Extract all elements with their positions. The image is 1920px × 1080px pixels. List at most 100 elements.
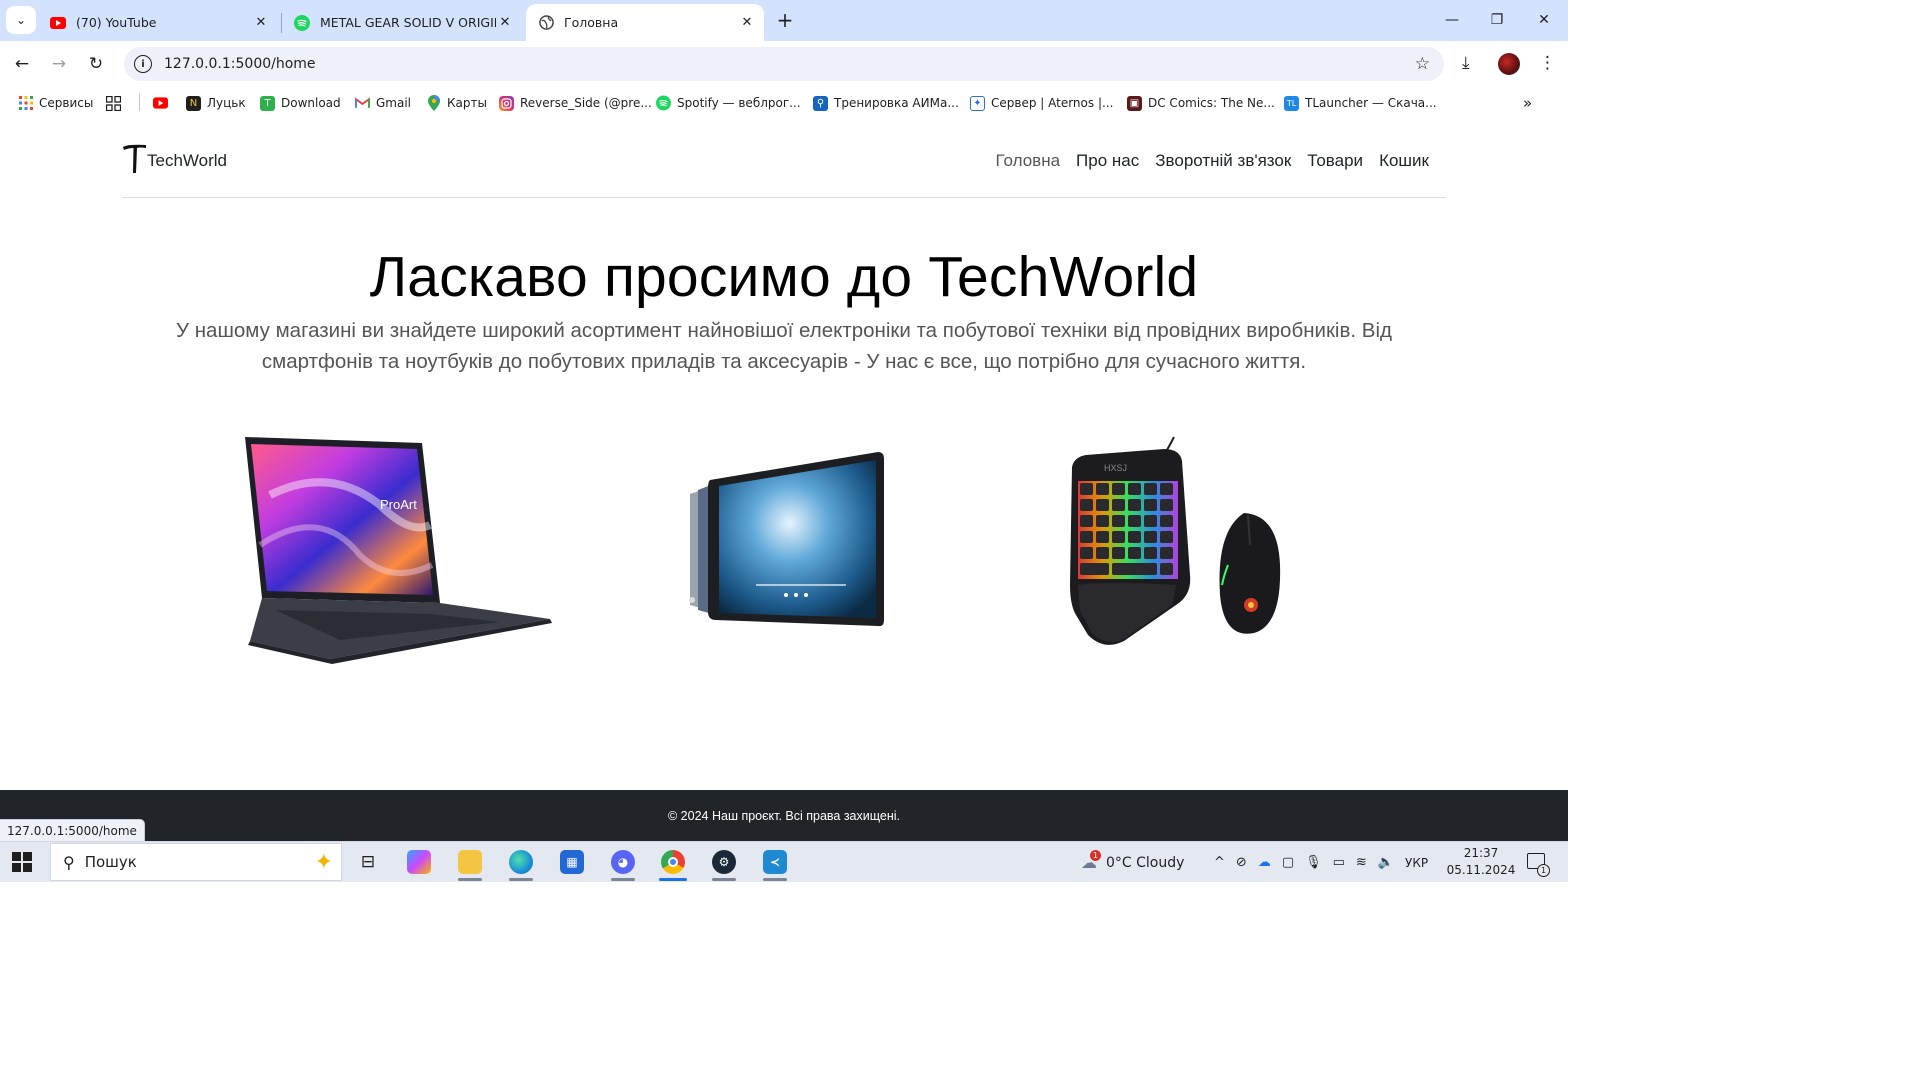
bookmark-services[interactable]: Сервисы (18, 94, 93, 112)
back-button[interactable]: ← (9, 51, 35, 77)
logo-icon[interactable] (122, 143, 148, 175)
close-tab-icon[interactable]: ✕ (496, 14, 514, 32)
tab-spotify[interactable]: METAL GEAR SOLID V ORIGINAL ✕ (282, 4, 522, 41)
steam-icon: ⚙ (712, 850, 736, 874)
bookmark-label: Сервисы (39, 96, 94, 110)
grid-icon (106, 95, 121, 111)
bookmark-label: Reverse_Side (@pre... (520, 96, 652, 110)
store-icon: ▦ (560, 850, 584, 874)
search-icon: ⚲ (63, 852, 75, 872)
discord-app[interactable]: ◕ (605, 846, 641, 881)
close-tab-icon[interactable]: ✕ (738, 14, 756, 32)
clock[interactable]: 21:37 05.11.2024 (1446, 845, 1516, 879)
bookmark-gmail[interactable]: Gmail (355, 94, 411, 112)
bookmark-lutsk[interactable]: N Луцьк (186, 94, 246, 112)
tab-search-dropdown-button[interactable]: ⌄ (6, 6, 36, 34)
minimize-button[interactable]: — (1440, 8, 1464, 32)
bookmark-label: Тренировка АИМа... (834, 96, 959, 110)
arrow-right-icon: → (51, 54, 67, 74)
microphone-icon[interactable]: 🎙 (1305, 855, 1322, 870)
more-bookmarks-icon[interactable]: » (1523, 94, 1532, 112)
discord-icon: ◕ (611, 850, 635, 874)
aternos-icon: ✦ (970, 95, 985, 111)
laptop-screen-label: ProArt (380, 497, 417, 512)
bookmark-label: Download (281, 96, 341, 110)
address-bar[interactable]: i 127.0.0.1:5000/home ☆ (124, 47, 1444, 81)
keyboard-brand-label: HXSJ (1104, 463, 1127, 473)
bookmark-aternos[interactable]: ✦ Сервер | Aternos |... (970, 94, 1113, 112)
close-window-button[interactable]: ✕ (1532, 8, 1556, 32)
new-tab-button[interactable]: + (773, 8, 797, 32)
chevron-down-icon: ⌄ (15, 13, 27, 27)
profile-avatar[interactable] (1498, 53, 1520, 75)
task-view-button[interactable]: ⊟ (350, 846, 386, 878)
chevron-up-icon[interactable]: ^ (1214, 855, 1225, 870)
restore-button[interactable]: ❐ (1485, 8, 1509, 32)
language-indicator[interactable]: УКР (1405, 856, 1428, 870)
site-info-icon[interactable]: i (134, 55, 152, 73)
site-footer: © 2024 Наш проєкт. Всі права захищені. (0, 790, 1568, 841)
tab-home[interactable]: Головна ✕ (526, 4, 764, 41)
chrome-icon (661, 850, 685, 874)
hero-lead: У нашому магазині ви знайдете широкий ас… (176, 319, 1392, 373)
site-header: TechWorld Головна Про нас Зворотній зв'я… (122, 117, 1446, 198)
bookmark-download[interactable]: T Download (260, 94, 341, 112)
more-menu-icon[interactable]: ⋮ (1539, 53, 1556, 73)
bookmark-dc-comics[interactable]: ▣ DC Comics: The Ne... (1127, 94, 1275, 112)
nav-link-products[interactable]: Товари (1307, 151, 1363, 171)
bookmark-aim[interactable]: ⚲ Тренировка АИМа... (813, 94, 959, 112)
gaming-keyboard-mouse-image: HXSJ (1064, 435, 1284, 650)
bookmark-star-icon[interactable]: ☆ (1415, 54, 1430, 74)
store-app[interactable]: ▦ (554, 846, 590, 878)
close-tab-icon[interactable]: ✕ (252, 14, 270, 32)
tab-youtube[interactable]: (70) YouTube ✕ (38, 4, 278, 41)
windows-start-icon[interactable] (12, 852, 32, 872)
keyboard-keys (1078, 481, 1178, 579)
tlauncher-icon: TL (1284, 95, 1299, 111)
vscode-app[interactable]: ≺ (757, 846, 793, 881)
taskbar: ⚲ Пошук ✦ ⊟ ▦ ◕ ⚙ ≺ ☁ 1 0°C Cloudy ^ ⊘ ☁… (0, 841, 1568, 882)
steam-app[interactable]: ⚙ (706, 846, 742, 881)
bookmark-instagram[interactable]: Reverse_Side (@pre... (499, 94, 652, 112)
bookmark-tlauncher[interactable]: TL TLauncher — Скача... (1284, 94, 1437, 112)
bookmark-maps[interactable]: Карты (426, 94, 487, 112)
downloads-icon[interactable]: ⤓ (1462, 53, 1470, 73)
camera-icon[interactable]: ▢ (1282, 855, 1294, 870)
youtube-icon (50, 15, 66, 31)
arrow-left-icon: ← (14, 54, 30, 74)
bookmark-label: TLauncher — Скача... (1305, 96, 1437, 110)
forward-button[interactable]: → (46, 51, 72, 77)
spotify-icon (656, 95, 671, 111)
nav-link-cart[interactable]: Кошик (1379, 151, 1429, 171)
bookmark-spotify[interactable]: Spotify — веблрог... (656, 94, 801, 112)
browser-toolbar: ← → ↻ i 127.0.0.1:5000/home ☆ ⤓ ⋮ (0, 41, 1568, 87)
onedrive-icon[interactable]: ☁ (1258, 855, 1271, 870)
footer-copyright: © 2024 Наш проєкт. Всі права захищені. (668, 808, 900, 823)
reload-icon: ↻ (88, 54, 104, 74)
address-url[interactable]: 127.0.0.1:5000/home (164, 56, 316, 72)
nav-link-feedback[interactable]: Зворотній зв'язок (1155, 151, 1291, 171)
reload-button[interactable]: ↻ (83, 51, 109, 77)
tab-title: Головна (564, 15, 619, 30)
taskbar-search[interactable]: ⚲ Пошук ✦ (50, 843, 342, 881)
bookmark-label: Карты (447, 96, 487, 110)
bookmark-label: Spotify — веблрог... (677, 96, 801, 110)
edge-app[interactable] (503, 846, 539, 881)
battery-icon[interactable]: ▭ (1333, 855, 1345, 870)
chrome-app[interactable] (655, 846, 691, 881)
sync-error-icon[interactable]: ⊘ (1236, 855, 1247, 870)
copilot-app[interactable] (401, 846, 437, 878)
nav-link-home[interactable]: Головна (995, 151, 1060, 171)
brand-name[interactable]: TechWorld (147, 151, 227, 171)
file-explorer-app[interactable] (452, 846, 488, 881)
nav-link-about[interactable]: Про нас (1076, 151, 1139, 171)
minimize-icon: — (1445, 12, 1459, 28)
wifi-icon[interactable]: ≋ (1356, 855, 1367, 870)
bookmark-youtube[interactable] (153, 94, 174, 112)
tablet-image (686, 450, 886, 630)
volume-icon[interactable]: 🔈 (1378, 855, 1394, 870)
weather-widget[interactable]: ☁ 1 0°C Cloudy (1081, 842, 1184, 883)
system-tray: ^ ⊘ ☁ ▢ 🎙 ▭ ≋ 🔈 УКР (1214, 842, 1428, 883)
edge-icon (509, 850, 533, 874)
bookmark-grid[interactable] (106, 94, 127, 112)
